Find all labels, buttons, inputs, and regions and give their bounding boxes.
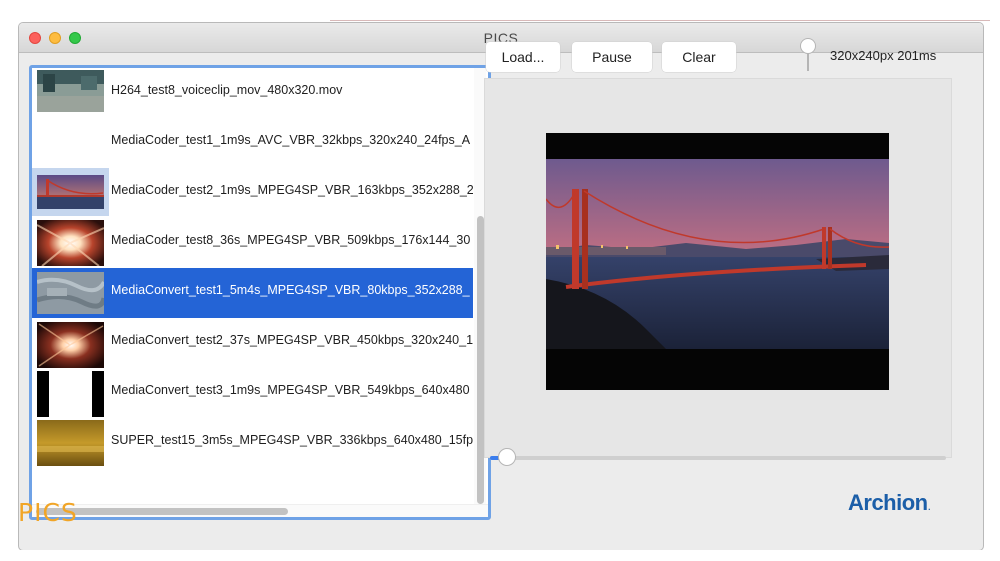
file-list[interactable]: H264_test8_voiceclip_mov_480x320.mov Med… <box>29 65 491 520</box>
list-item-label: MediaConvert_test3_1m9s_MPEG4SP_VBR_549k… <box>111 383 470 397</box>
clear-button[interactable]: Clear <box>662 42 736 72</box>
video-preview <box>546 133 889 390</box>
seek-slider[interactable] <box>490 448 946 466</box>
list-item-selected[interactable]: MediaConvert_test1_5m4s_MPEG4SP_VBR_80kb… <box>32 268 473 318</box>
vertical-scroll-thumb[interactable] <box>477 216 484 504</box>
archion-logo: Archion. <box>848 490 931 516</box>
archion-logo-mark: . <box>927 499 931 513</box>
gray-texture-thumbnail <box>36 272 107 314</box>
list-item[interactable]: MediaCoder_test8_36s_MPEG4SP_VBR_509kbps… <box>32 218 473 268</box>
load-button[interactable]: Load... <box>486 42 560 72</box>
white-frame-thumbnail <box>37 371 104 417</box>
list-item[interactable]: SUPER_test15_3m5s_MPEG4SP_VBR_336kbps_64… <box>32 418 473 468</box>
list-item-label: MediaConvert_test1_5m4s_MPEG4SP_VBR_80kb… <box>111 283 470 297</box>
light-burst-thumbnail <box>36 220 105 267</box>
list-item-label: MediaCoder_test8_36s_MPEG4SP_VBR_509kbps… <box>111 233 471 247</box>
list-item[interactable]: MediaConvert_test2_37s_MPEG4SP_VBR_450kb… <box>32 318 473 368</box>
list-item-label: SUPER_test15_3m5s_MPEG4SP_VBR_336kbps_64… <box>111 433 473 447</box>
golden-gate-bridge-image <box>546 159 889 349</box>
pics-logo: PICS <box>18 498 78 527</box>
street-scene-thumbnail <box>37 70 104 112</box>
light-burst-thumbnail <box>37 322 104 368</box>
size-slider-knob[interactable] <box>800 38 816 54</box>
size-slider[interactable] <box>798 38 818 72</box>
list-item[interactable]: MediaConvert_test3_1m9s_MPEG4SP_VBR_549k… <box>32 368 473 418</box>
horizontal-scrollbar[interactable] <box>32 504 488 517</box>
list-item-label: H264_test8_voiceclip_mov_480x320.mov <box>111 83 343 97</box>
backdrop-line <box>330 20 990 21</box>
archion-logo-text: Archion <box>848 490 928 515</box>
list-item[interactable]: MediaCoder_test1_1m9s_AVC_VBR_32kbps_320… <box>32 118 473 168</box>
backdrop-top <box>0 0 1000 22</box>
list-item-label: MediaCoder_test1_1m9s_AVC_VBR_32kbps_320… <box>111 133 471 147</box>
amber-thumbnail <box>37 420 104 466</box>
backdrop-bottom <box>0 550 1000 561</box>
pause-button[interactable]: Pause <box>572 42 652 72</box>
list-item[interactable]: H264_test8_voiceclip_mov_480x320.mov <box>32 68 473 118</box>
list-item-label: MediaConvert_test2_37s_MPEG4SP_VBR_450kb… <box>111 333 473 347</box>
bridge-thumbnail <box>32 168 109 216</box>
list-item[interactable]: MediaCoder_test2_1m9s_MPEG4SP_VBR_163kbp… <box>32 168 473 218</box>
blank-thumbnail <box>37 120 104 162</box>
size-readout: 320x240px 201ms <box>830 48 937 63</box>
size-slider-track <box>807 53 809 71</box>
list-item-label: MediaCoder_test2_1m9s_MPEG4SP_VBR_163kbp… <box>111 183 473 197</box>
seek-slider-knob[interactable] <box>498 448 516 466</box>
